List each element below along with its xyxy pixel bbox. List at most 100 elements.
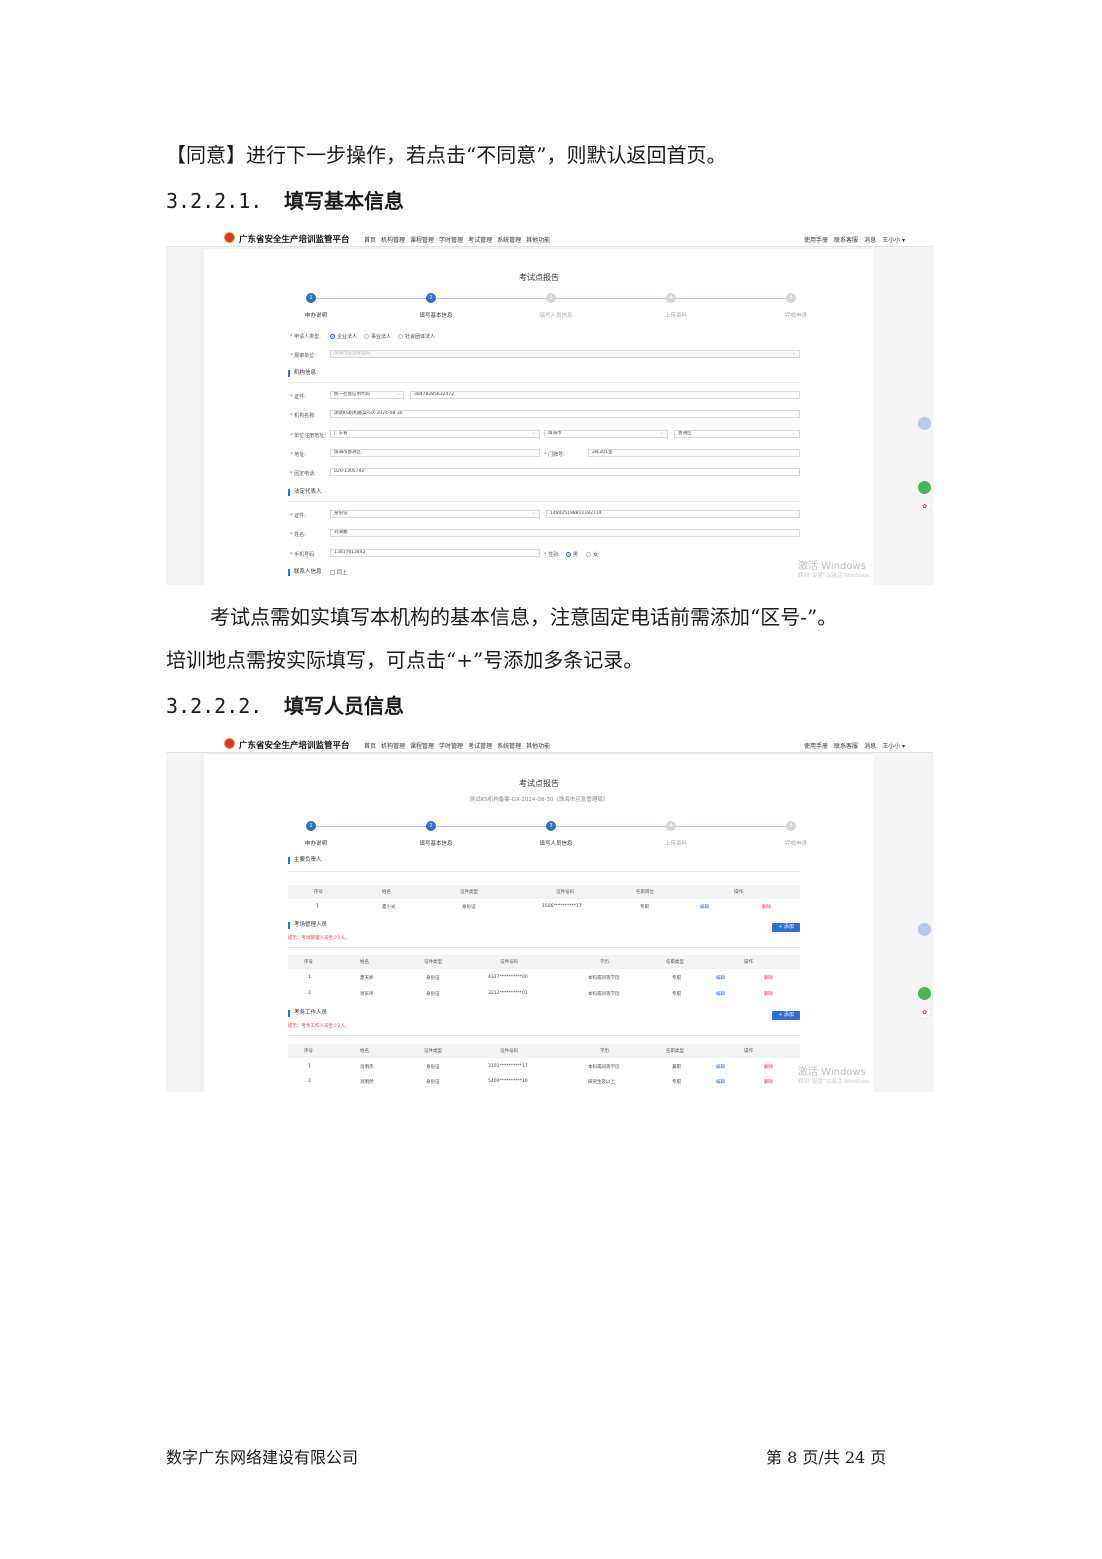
user-menu[interactable]: 王小小 ▾: [882, 743, 905, 750]
nav-item[interactable]: 学时管理: [439, 237, 463, 244]
float-panel-icon[interactable]: [918, 923, 931, 936]
section-number: 3.2.2.2.: [166, 694, 263, 718]
city-select[interactable]: 珠海市: [544, 430, 668, 438]
province-select[interactable]: 广东省: [330, 430, 540, 438]
nav-item[interactable]: 其他功能: [526, 743, 550, 750]
door-input[interactable]: 2栋201室: [588, 449, 800, 457]
nav-item[interactable]: 考试管理: [468, 743, 492, 750]
section-heading-3-2-2-1: 3.2.2.1. 填写基本信息: [166, 185, 404, 214]
manual-link[interactable]: 使用手册: [804, 237, 828, 244]
edit-button[interactable]: 编辑: [700, 904, 709, 910]
step-2-icon: 2: [426, 821, 436, 831]
service-link[interactable]: 联系客服: [834, 237, 858, 244]
edit-button[interactable]: 编辑: [716, 991, 725, 997]
topbar-right: 使用手册 联系客服 消息 王小小 ▾: [798, 741, 905, 750]
report-unit-label: 报审单位:: [290, 352, 316, 359]
page-title: 考试点报告: [519, 273, 559, 282]
user-menu[interactable]: 王小小 ▾: [882, 237, 905, 244]
step-label: 上传资料: [664, 313, 687, 319]
assistant-icon[interactable]: [918, 481, 931, 494]
edit-button[interactable]: 编辑: [716, 1079, 725, 1085]
radio-social[interactable]: 社会团体法人: [398, 333, 435, 340]
step-1-icon: 1: [306, 821, 316, 831]
delete-button[interactable]: 删除: [764, 975, 773, 981]
footer-page-number: 第 8 页/共 24 页: [766, 1448, 887, 1467]
intro-paragraph: 【同意】进行下一步操作，若点击“不同意”，则默认返回首页。: [166, 143, 727, 167]
main-nav: 首页 机构管理 课程管理 学时管理 考试管理 系统管理 其他功能: [364, 741, 555, 750]
legal-name-input[interactable]: 刘海鹏: [330, 529, 800, 537]
radio-female[interactable]: 女: [586, 551, 598, 558]
delete-button[interactable]: 删除: [764, 1079, 773, 1085]
nav-item[interactable]: 课程管理: [410, 237, 434, 244]
org-name-input[interactable]: 测试KS机构备案-GX-2024-08-30: [330, 410, 800, 418]
nav-item[interactable]: 机构管理: [381, 743, 405, 750]
legal-cert-label: 证件:: [290, 512, 306, 519]
float-panel-icon[interactable]: [918, 417, 931, 430]
emblem-icon: [224, 232, 235, 243]
section-heading-3-2-2-2: 3.2.2.2. 填写人员信息: [166, 690, 404, 719]
edit-button[interactable]: 编辑: [716, 1064, 725, 1070]
windows-watermark-sub: 转到“设置”以激活 Windows。: [798, 1079, 874, 1085]
description-paragraph-2: 培训地点需按实际填写，可点击“+”号添加多条记录。: [166, 648, 644, 672]
section-org-info: 机构信息: [288, 370, 316, 377]
phone-input[interactable]: 020-1305792: [330, 468, 800, 476]
edit-button[interactable]: 编辑: [716, 975, 725, 981]
message-link[interactable]: 消息: [864, 237, 876, 244]
same-as-above-checkbox[interactable]: 同上: [330, 569, 347, 576]
message-link[interactable]: 消息: [864, 743, 876, 750]
nav-item[interactable]: 首页: [364, 743, 376, 750]
add-staff-button[interactable]: + 添加: [772, 1011, 800, 1020]
table-row: 1 夏小光 身份证 1506**********17 专职 编辑 删除: [316, 904, 771, 910]
topbar-right: 使用手册 联系客服 消息 王小小 ▾: [798, 235, 905, 244]
app-topbar: 广东省安全生产培训监管平台 首页 机构管理 课程管理 学时管理 考试管理 系统管理 其他功能…: [166, 735, 933, 753]
nav-item[interactable]: 考试管理: [468, 237, 492, 244]
cert-type-select[interactable]: 统一社会信用代码: [330, 391, 404, 399]
radio-male[interactable]: 男: [566, 551, 578, 558]
step-label: 填写人员信息: [539, 313, 573, 319]
radio-public[interactable]: 事业法人: [364, 333, 391, 340]
staff-hint: 提示：考务工作人员至少2人。: [288, 1024, 350, 1029]
flower-icon[interactable]: ✿: [918, 1006, 931, 1019]
district-select[interactable]: 香洲区: [674, 430, 800, 438]
leader-table-header: 序号 姓名 证件类型 证件号码 任职岗位 操作: [288, 885, 800, 899]
gender-label: 性别:: [544, 551, 560, 558]
section-staff: 考务工作人员: [288, 1010, 327, 1017]
manager-table-header: 序号 姓名 证件类型 证件号码 学历 任职类型 操作: [288, 955, 800, 969]
nav-item[interactable]: 其他功能: [526, 237, 550, 244]
nav-item[interactable]: 系统管理: [497, 237, 521, 244]
nav-item[interactable]: 首页: [364, 237, 376, 244]
add-manager-button[interactable]: + 添加: [772, 923, 800, 932]
section-managers: 考场管理人员: [288, 922, 327, 929]
section-number: 3.2.2.1.: [166, 189, 263, 213]
cert-number-input[interactable]: 38478285632472: [410, 391, 800, 399]
app-brand: 广东省安全生产培训监管平台: [239, 235, 350, 245]
nav-item[interactable]: 学时管理: [439, 743, 463, 750]
nav-item[interactable]: 课程管理: [410, 743, 434, 750]
delete-button[interactable]: 删除: [764, 991, 773, 997]
personnel-panel: 考试点报告 测试KS机构备案-GX-2024-08-30（珠海市应急管理局） 1…: [204, 755, 874, 1092]
legal-cert-type-select[interactable]: 身份证: [330, 510, 540, 518]
delete-button[interactable]: 删除: [764, 1064, 773, 1070]
delete-button[interactable]: 删除: [762, 904, 771, 910]
report-unit-select[interactable]: 珠海市应急管理局: [330, 350, 800, 358]
app-topbar: 广东省安全生产培训监管平台 首页 机构管理 课程管理 学时管理 考试管理 系统管理 其他功能…: [166, 229, 933, 247]
step-2-icon: 2: [426, 293, 436, 303]
mobile-input[interactable]: 13817613442: [330, 549, 540, 557]
page-subtitle: 测试KS机构备案-GX-2024-08-30（珠海市应急管理局）: [469, 797, 609, 803]
address-input[interactable]: 珠海市香洲区: [330, 449, 540, 457]
assistant-icon[interactable]: [918, 987, 931, 1000]
region-label: 单位注册地址:: [290, 432, 326, 439]
radio-enterprise[interactable]: 企业法人: [330, 333, 357, 340]
divider: [288, 871, 800, 872]
nav-item[interactable]: 系统管理: [497, 743, 521, 750]
section-title: 填写人员信息: [284, 694, 404, 718]
nav-item[interactable]: 机构管理: [381, 237, 405, 244]
section-leader: 主要负责人: [288, 857, 322, 864]
service-link[interactable]: 联系客服: [834, 743, 858, 750]
form-panel: 考试点报告 1 2 3 4 5 申办说明 填写基本信息 填写人员信息 上传资料 …: [204, 249, 874, 585]
step-label: 申办说明: [304, 313, 327, 319]
legal-cert-number-input[interactable]: 148425198811182714: [546, 510, 800, 518]
flower-icon[interactable]: ✿: [918, 500, 931, 513]
legal-name-label: 姓名:: [290, 531, 306, 538]
manual-link[interactable]: 使用手册: [804, 743, 828, 750]
